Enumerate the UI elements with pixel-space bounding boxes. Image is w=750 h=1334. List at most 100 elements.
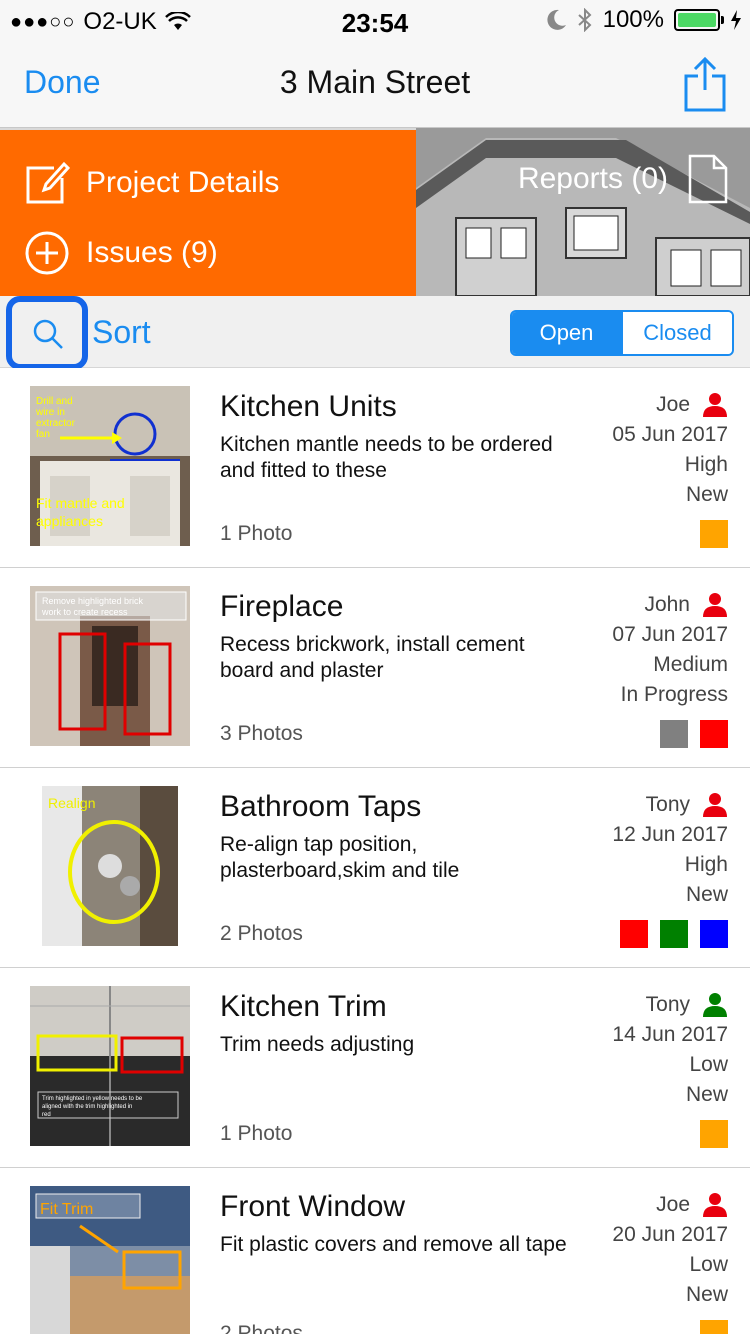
reports-button[interactable]: Reports (0) <box>518 154 728 204</box>
issues-label: Issues (9) <box>86 236 218 269</box>
category-swatch <box>700 520 728 548</box>
thumb-text: appliances <box>36 513 103 529</box>
add-circle-icon <box>25 231 69 275</box>
issue-meta: Joe 20 Jun 2017 Low New <box>612 1190 728 1310</box>
battery-icon <box>674 9 724 31</box>
thumb-text: work to create recess <box>41 607 128 617</box>
issue-assignee-line: Joe <box>612 390 728 420</box>
project-details-label: Project Details <box>86 166 280 199</box>
charging-icon <box>731 10 741 30</box>
issue-thumbnail: Fit Trim <box>30 1186 190 1334</box>
thumb-text: Realign <box>48 795 95 811</box>
thumb-text: fan <box>36 429 50 440</box>
issue-date: 20 Jun 2017 <box>612 1223 728 1246</box>
issue-thumbnail: Trim highlighted in yellow needs to be a… <box>30 986 190 1146</box>
person-icon <box>703 1193 727 1217</box>
thumb-text: Trim highlighted in yellow needs to be <box>42 1096 143 1102</box>
segment-open[interactable]: Open <box>512 312 621 354</box>
issue-row-fireplace[interactable]: Remove highlighted brick work to create … <box>0 568 750 768</box>
issue-assignee: Tony <box>645 993 690 1016</box>
issue-priority: High <box>684 453 728 476</box>
moon-icon <box>547 9 566 30</box>
thumb-text: Fit Trim <box>40 1201 93 1218</box>
issue-assignee-line: Joe <box>612 1190 728 1220</box>
issue-priority: Low <box>689 1053 728 1076</box>
thumb-text: wire in <box>35 407 65 418</box>
list-toolbar: Sort Open Closed <box>0 296 750 370</box>
issue-thumbnail: Realign <box>30 786 190 946</box>
issue-category-swatches <box>700 520 728 548</box>
issue-description: Fit plastic covers and remove all tape <box>220 1233 567 1256</box>
issue-meta: Tony 14 Jun 2017 Low New <box>612 990 728 1110</box>
issue-category-swatches <box>700 1320 728 1334</box>
issue-meta: John 07 Jun 2017 Medium In Progress <box>612 590 728 710</box>
issue-photo-count: 1 Photo <box>220 522 293 545</box>
issue-description: Kitchen mantle needs to be ordered and f… <box>220 433 553 482</box>
issue-meta: Joe 05 Jun 2017 High New <box>612 390 728 510</box>
category-swatch <box>660 920 688 948</box>
segment-closed[interactable]: Closed <box>621 312 732 354</box>
issue-description: Recess brickwork, install cement board a… <box>220 633 525 682</box>
issue-row-kitchen-trim[interactable]: Trim highlighted in yellow needs to be a… <box>0 968 750 1168</box>
battery-percent: 100% <box>602 6 664 33</box>
issue-assignee: Tony <box>645 793 690 816</box>
issue-row-kitchen-units[interactable]: Drill and wire in extractor fan Fit mant… <box>0 368 750 568</box>
issue-category-swatches <box>620 920 728 948</box>
issue-description: Trim needs adjusting <box>220 1033 415 1056</box>
house-sketch-image: Reports (0) <box>416 128 750 296</box>
thumb-text: Remove highlighted brick <box>42 596 144 606</box>
thumb-text: extractor <box>36 418 76 429</box>
document-icon <box>688 154 728 204</box>
category-swatch <box>660 720 688 748</box>
issue-assignee-line: Tony <box>612 790 728 820</box>
issue-priority: Medium <box>653 653 728 676</box>
person-icon <box>703 593 727 617</box>
page-title: 3 Main Street <box>279 64 471 100</box>
search-icon <box>33 319 63 349</box>
issue-priority: Low <box>689 1253 728 1276</box>
issue-photo-count: 2 Photos <box>220 922 303 945</box>
issue-date: 14 Jun 2017 <box>612 1023 728 1046</box>
issue-assignee-line: John <box>612 590 728 620</box>
issue-date: 05 Jun 2017 <box>612 423 728 446</box>
issue-category-swatches <box>700 1120 728 1148</box>
reports-label: Reports (0) <box>517 162 668 195</box>
issue-photo-count: 1 Photo <box>220 1122 293 1145</box>
issue-assignee: Joe <box>656 1193 690 1216</box>
category-swatch <box>700 1120 728 1148</box>
project-banner: Project Details Issues (9) Reports (0) <box>0 128 750 296</box>
issue-assignee-line: Tony <box>612 990 728 1020</box>
issue-date: 07 Jun 2017 <box>612 623 728 646</box>
thumb-text: red <box>42 1112 51 1118</box>
issue-photo-count: 3 Photos <box>220 722 303 745</box>
project-details-button[interactable]: Project Details <box>24 160 279 206</box>
issue-title: Kitchen Trim <box>220 990 387 1023</box>
status-bar: ●●●○○ O2-UK 23:54 100% <box>0 0 750 40</box>
issue-title: Fireplace <box>220 590 344 623</box>
sort-button[interactable]: Sort <box>92 314 151 351</box>
open-closed-segmented-control: Open Closed <box>510 310 734 356</box>
bluetooth-icon <box>577 8 592 32</box>
issue-assignee: Joe <box>656 393 690 416</box>
person-icon <box>703 393 727 417</box>
issue-status: In Progress <box>620 683 728 706</box>
thumb-text: aligned with the trim highlighted in <box>42 1104 132 1110</box>
issue-date: 12 Jun 2017 <box>612 823 728 846</box>
issue-description: Re-align tap position, plasterboard,skim… <box>220 833 460 882</box>
issues-button[interactable]: Issues (9) <box>24 230 218 276</box>
issue-title: Front Window <box>220 1190 406 1223</box>
issues-list: Drill and wire in extractor fan Fit mant… <box>0 368 750 1334</box>
search-button[interactable] <box>6 296 88 370</box>
issue-thumbnail: Remove highlighted brick work to create … <box>30 586 190 746</box>
share-icon[interactable] <box>684 56 726 112</box>
issue-row-front-window[interactable]: Fit Trim Front Window Fit plastic covers… <box>0 1168 750 1334</box>
edit-icon <box>26 161 70 204</box>
navigation-bar: Done 3 Main Street <box>0 40 750 128</box>
issue-meta: Tony 12 Jun 2017 High New <box>612 790 728 910</box>
category-swatch <box>700 1320 728 1334</box>
issue-row-bathroom-taps[interactable]: Realign Bathroom Taps Re-align tap posit… <box>0 768 750 968</box>
category-swatch <box>700 720 728 748</box>
issue-category-swatches <box>660 720 728 748</box>
status-right: 100% <box>547 6 742 34</box>
issue-thumbnail: Drill and wire in extractor fan Fit mant… <box>30 386 190 546</box>
